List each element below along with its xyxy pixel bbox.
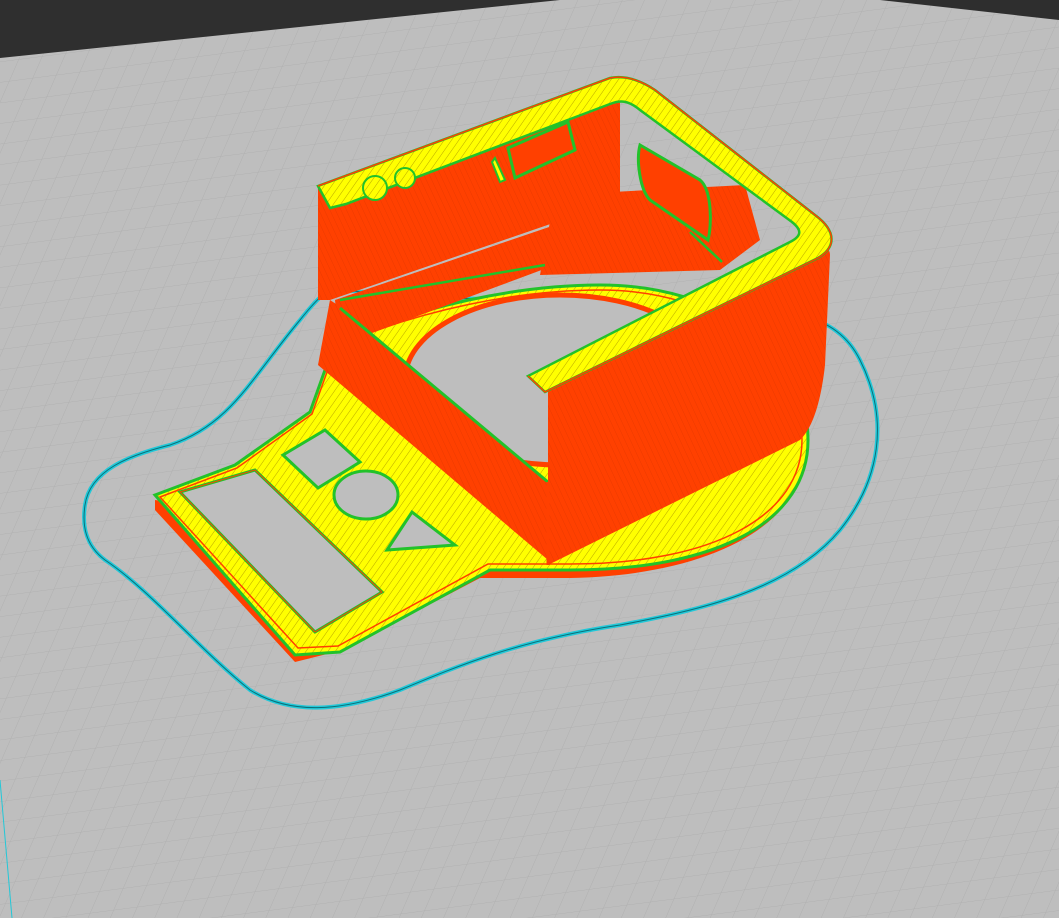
- rim-notch-1: [362, 175, 388, 201]
- 3d-viewport[interactable]: [0, 0, 1059, 918]
- circle-hole: [332, 469, 400, 521]
- scene-canvas[interactable]: [0, 0, 1059, 918]
- rim-notch-2: [394, 167, 416, 189]
